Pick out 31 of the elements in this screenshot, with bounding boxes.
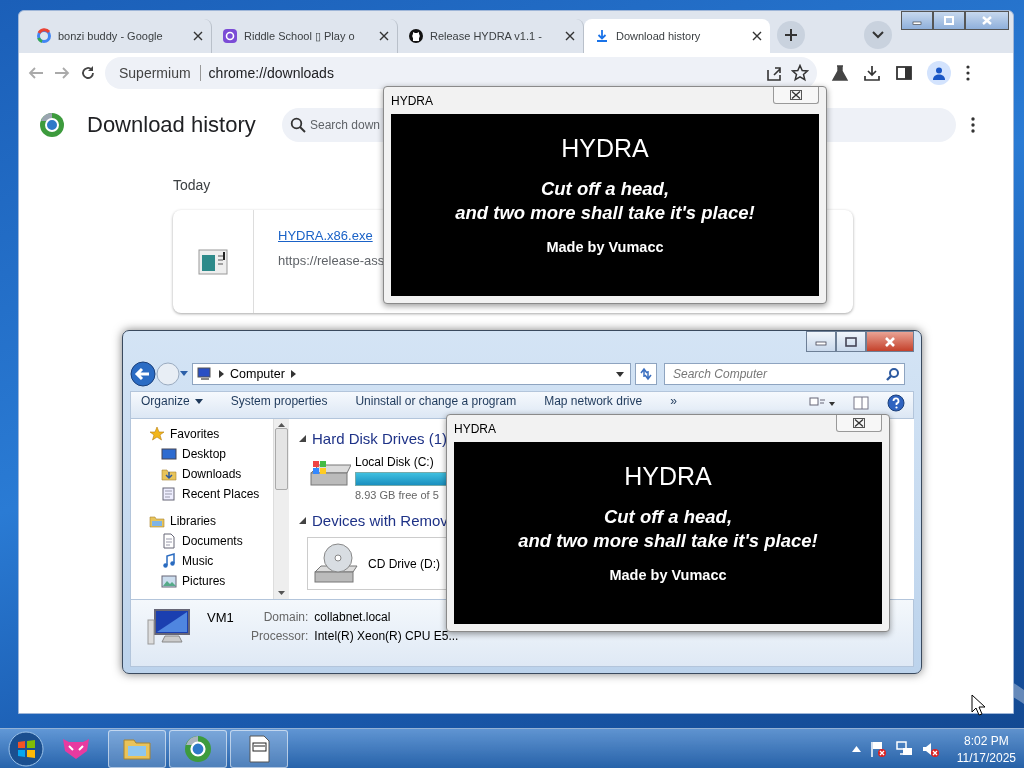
computer-name: VM1 [207, 610, 235, 625]
tab-title: Riddle School ▯ Play o [244, 29, 355, 43]
tab-title: Release HYDRA v1.1 - [430, 30, 542, 42]
popup-heading: HYDRA [624, 462, 712, 491]
credit-text: Made by Vumacc [546, 239, 664, 255]
window-title: HYDRA [454, 421, 496, 436]
message-line: and two more shall take it's place! [518, 529, 818, 553]
popup-heading: HYDRA [561, 134, 649, 163]
field-value: Intel(R) Xeon(R) CPU E5... [314, 629, 459, 643]
drive-name: Local Disk (C:) [355, 455, 435, 469]
source-url: https://release-ass [278, 253, 385, 268]
search-placeholder: Search down [310, 118, 381, 132]
tab-title: Download history [616, 30, 701, 42]
field-value: collabnet.local [314, 610, 392, 624]
date-heading: Today [173, 177, 211, 193]
site-label: Supermium [119, 65, 201, 81]
message-line: and two more shall take it's place! [455, 201, 755, 225]
window-title: HYDRA [391, 93, 433, 108]
field-label: Processor: [251, 629, 309, 643]
search-placeholder: Search Computer [673, 367, 769, 381]
drive-name: CD Drive (D:) [368, 556, 440, 571]
field-label: Domain: [262, 610, 309, 624]
url-text: chrome://downloads [208, 65, 335, 81]
clock-date: 11/17/2025 [956, 750, 1016, 765]
credit-text: Made by Vumacc [609, 567, 727, 583]
drive-free-space: 8.93 GB free of 5 [355, 489, 440, 501]
tab-title: bonzi buddy - Google [58, 30, 163, 42]
message-line: Cut off a head, [540, 177, 670, 201]
page-title: Download history [87, 112, 257, 138]
clock-time: 8:02 PM [964, 733, 1009, 748]
message-line: Cut off a head, [603, 505, 733, 529]
